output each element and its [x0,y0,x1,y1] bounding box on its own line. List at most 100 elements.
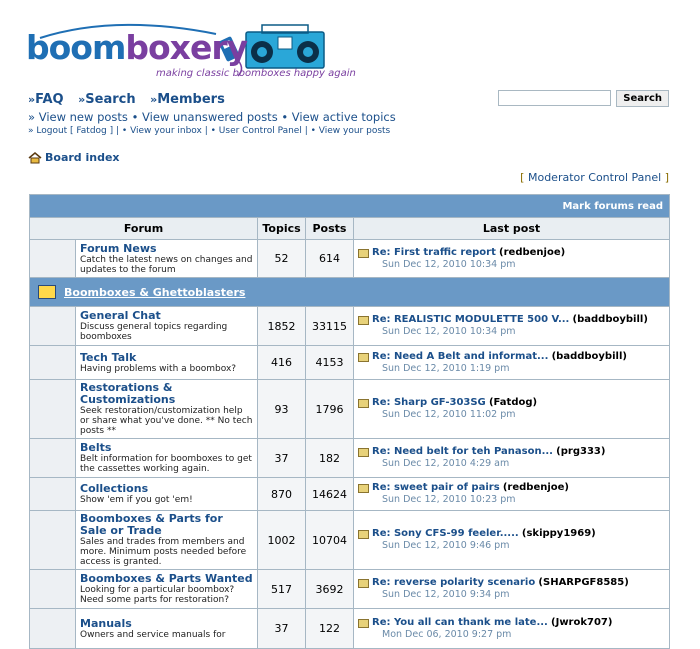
forum-info: General Chat Discuss general topics regar… [75,306,258,346]
mark-read-row: Mark forums read [29,194,670,218]
forum-topics-count: 1002 [257,510,306,570]
forum-row: Boomboxes & Parts Wanted Looking for a pa… [29,569,670,609]
last-post-date: Sun Dec 12, 2010 10:34 pm [382,326,516,337]
last-post-author[interactable]: (Jwrok707) [551,617,612,628]
forum-description: Owners and service manuals for [80,629,226,640]
forum-description: Having problems with a boombox? [80,363,237,374]
inbox-label: View your inbox [130,126,202,136]
forum-posts-count: 3692 [305,569,354,609]
last-post-link[interactable]: Re: Sony CFS-99 feeler..... [372,528,519,539]
forum-title-link[interactable]: General Chat [80,310,253,322]
last-post-date: Sun Dec 12, 2010 9:46 pm [382,540,510,551]
post-icon [358,316,369,325]
main-nav: »FAQ »Search »Members [28,92,235,107]
forum-description: Seek restoration/customization help or s… [80,406,253,436]
forum-posts-count: 1796 [305,379,354,439]
last-post-link[interactable]: Re: First traffic report [372,247,496,258]
forum-description: Sales and trades from members and more. … [80,537,247,567]
forum-posts-count: 122 [305,608,354,649]
inbox-link[interactable]: View your inbox [130,126,202,136]
forum-title-link[interactable]: Restorations & Customizations [80,382,253,406]
forum-title-link[interactable]: Boomboxes & Parts for Sale or Trade [80,513,253,537]
forum-title-link[interactable]: Belts [80,442,253,454]
forum-row: Manuals Owners and service manuals for 37 1… [29,608,670,649]
last-post-author[interactable]: (SHARPGF8585) [538,577,628,588]
forum-topics-count: 93 [257,379,306,439]
category-title-link[interactable]: Boomboxes & Ghettoblasters [64,286,245,299]
moderator-panel[interactable]: [ Moderator Control Panel ] [520,171,669,184]
search-link[interactable]: »Search [78,92,135,107]
last-post-link[interactable]: Re: Need belt for teh Panason... [372,446,553,457]
header-posts: Posts [305,217,354,240]
last-post-author[interactable]: (prg333) [556,446,605,457]
forum-posts-count: 10704 [305,510,354,570]
last-post-author[interactable]: (baddboybill) [573,314,648,325]
logout-link[interactable]: » Logout [ Fatdog ] [28,126,113,136]
forum-status-icon [29,379,76,439]
last-post-date: Mon Dec 06, 2010 9:27 pm [382,628,512,640]
ucp-link[interactable]: User Control Panel [219,126,302,136]
category-row: Boomboxes & Ghettoblasters [29,277,670,307]
view-active-topics-link[interactable]: View active topics [292,110,396,124]
post-icon [358,579,369,588]
forum-status-icon [29,569,76,609]
members-link[interactable]: »Members [150,92,225,107]
sub-nav: » View new posts • View unanswered posts… [28,110,396,124]
search-input[interactable] [498,90,612,106]
last-post-link[interactable]: Re: reverse polarity scenario [372,577,535,588]
header-topics: Topics [257,217,306,240]
forum-row: Tech Talk Having problems with a boombox?… [29,345,670,380]
forum-info: Collections Show 'em if you got 'em! [75,477,258,511]
forum-last-post: Re: Sharp GF-303SG (Fatdog) Sun Dec 12, 2… [353,379,670,439]
forum-title-link[interactable]: Tech Talk [80,351,253,364]
site-logo[interactable]: boomboxery making classic boomboxes happ… [26,20,356,84]
forum-last-post: Re: Need belt for teh Panason... (prg333… [353,438,670,478]
forum-title-link[interactable]: Collections [80,483,253,495]
last-post-date: Sun Dec 12, 2010 11:02 pm [382,409,516,420]
forum-posts-count: 614 [305,239,354,278]
last-post-link[interactable]: Re: REALISTIC MODULETTE 500 V... [372,314,569,325]
forum-last-post: Re: First traffic report (redbenjoe) Sun… [353,239,670,278]
forum-status-icon [29,306,76,346]
last-post-author[interactable]: (Fatdog) [489,397,537,408]
post-icon [358,248,369,258]
forum-status-icon [29,510,76,570]
last-post-link[interactable]: Re: Need A Belt and informat... [372,351,548,362]
forum-title-link[interactable]: Forum News [80,242,253,255]
faq-link[interactable]: »FAQ [28,92,64,107]
last-post-author[interactable]: (baddboybill) [552,351,627,362]
forum-topics-count: 37 [257,608,306,649]
last-post-author[interactable]: (redbenjoe) [503,482,569,493]
view-unanswered-link[interactable]: View unanswered posts [142,110,278,124]
forum-status-icon [29,477,76,511]
last-post-author[interactable]: (skippy1969) [522,528,596,539]
breadcrumb[interactable]: Board index [28,151,120,164]
forum-info: Restorations & Customizations Seek restor… [75,379,258,439]
mark-forums-read-link[interactable]: Mark forums read [562,201,663,212]
forum-info: Boomboxes & Parts Wanted Looking for a pa… [75,569,258,609]
bracket: ] [661,171,669,184]
board-index-link: Board index [45,151,120,164]
logo-tagline: making classic boomboxes happy again [156,68,356,79]
view-new-posts-link[interactable]: » View new posts [28,110,128,124]
forum-topics-count: 517 [257,569,306,609]
last-post-date: Sun Dec 12, 2010 1:19 pm [382,362,510,374]
ucp-label: User Control Panel [218,126,302,136]
forum-title-link[interactable]: Boomboxes & Parts Wanted [80,573,253,585]
your-posts-label: View your posts [318,126,391,136]
last-post-link[interactable]: Re: Sharp GF-303SG [372,397,486,408]
last-post-link[interactable]: Re: sweet pair of pairs [372,482,500,493]
forum-table: Mark forums read Forum Topics Posts Last… [29,194,670,649]
search-button[interactable]: Search [616,90,669,107]
forum-description: Looking for a particular boombox? Need s… [80,585,235,605]
separator: • [131,110,143,124]
post-icon [358,352,369,362]
forum-status-icon [29,438,76,478]
forum-topics-count: 1852 [257,306,306,346]
forum-topics-count: 37 [257,438,306,478]
last-post-author[interactable]: (redbenjoe) [499,247,565,258]
post-icon [358,618,369,628]
faq-label: FAQ [35,92,64,107]
last-post-link[interactable]: Re: You all can thank me late... [372,617,548,628]
your-posts-link[interactable]: View your posts [319,126,390,136]
